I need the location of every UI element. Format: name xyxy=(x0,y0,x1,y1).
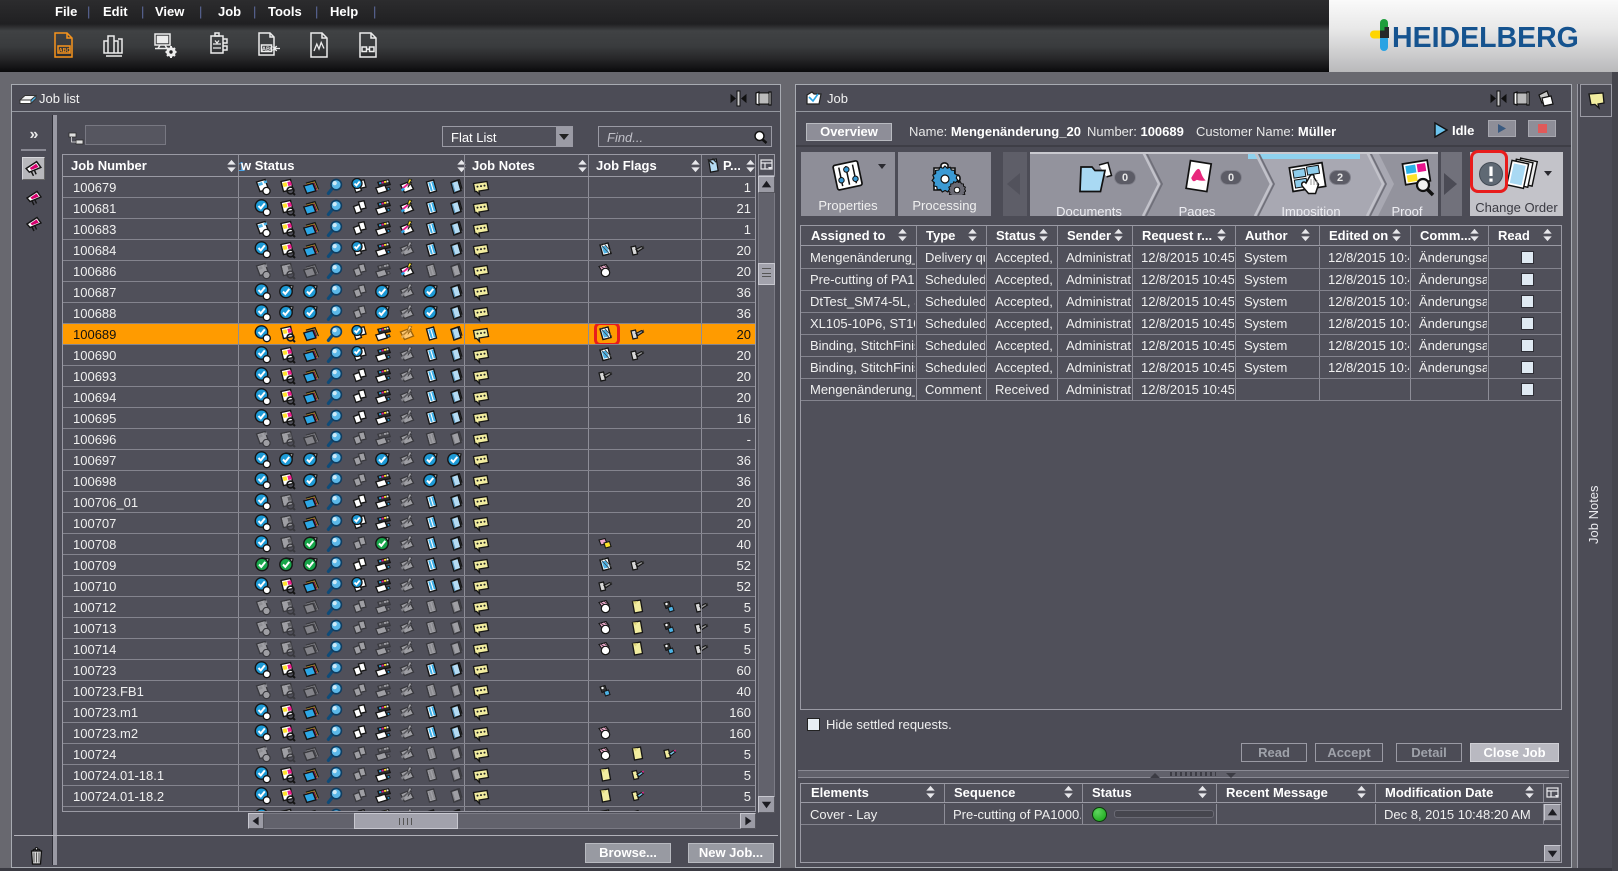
svg-text:HEIDELBERG: HEIDELBERG xyxy=(1392,22,1579,54)
svg-text:ABC: ABC xyxy=(59,48,71,54)
svg-text:ABC: ABC xyxy=(262,47,274,53)
